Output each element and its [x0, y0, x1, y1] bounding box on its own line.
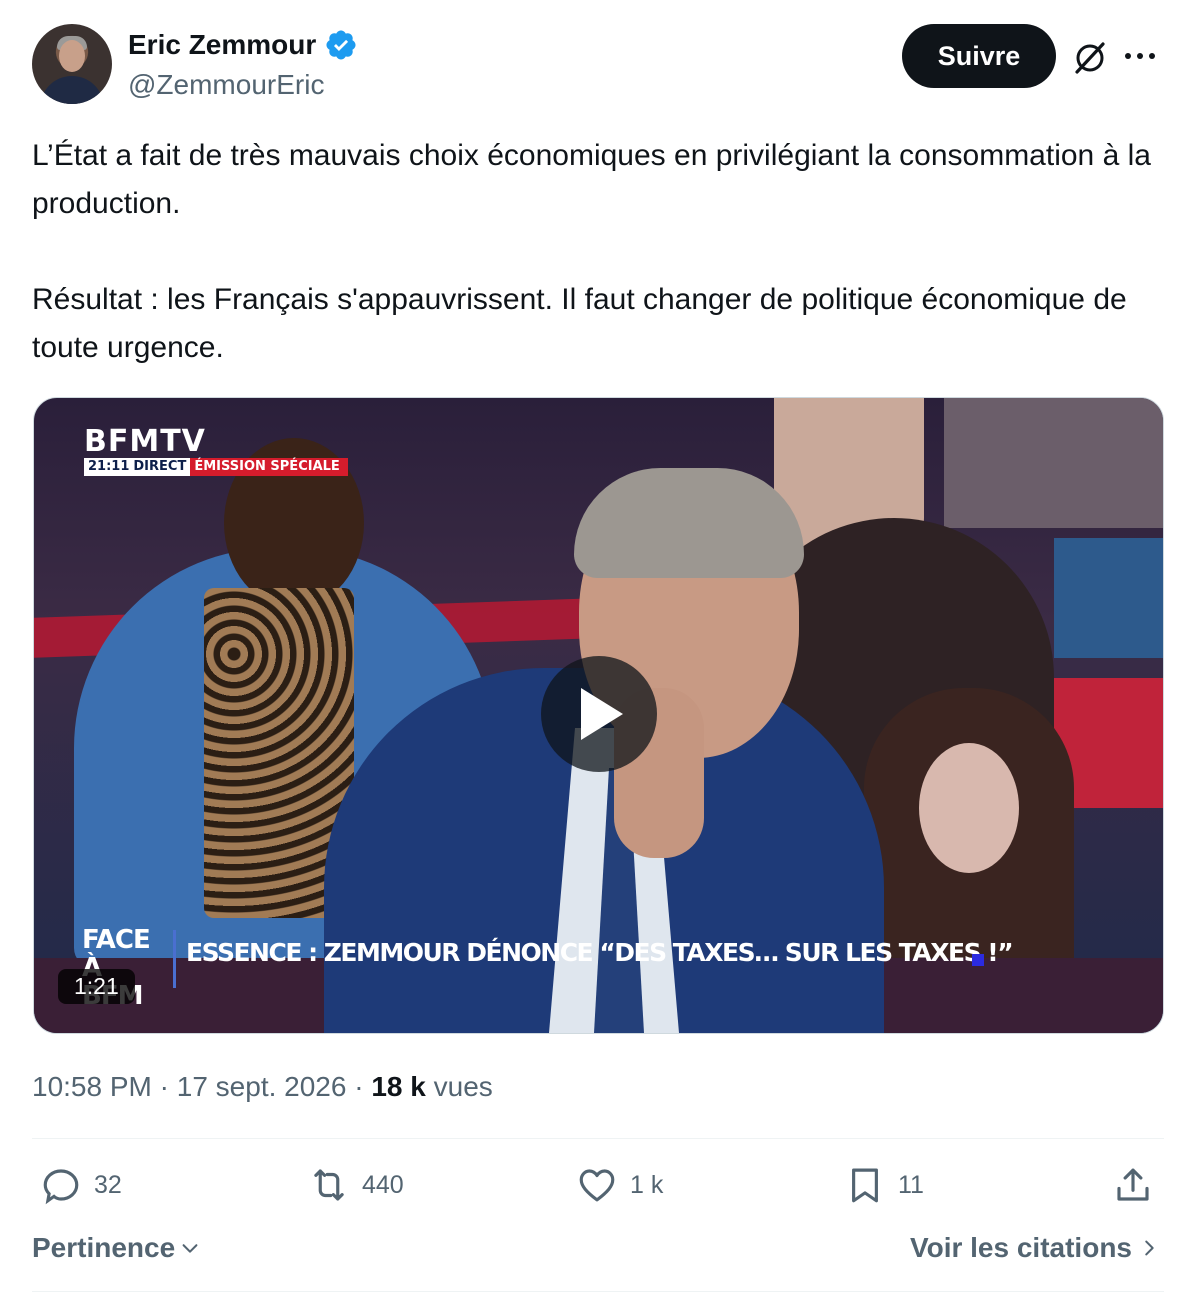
bookmark-count: 11	[898, 1170, 924, 1199]
chevron-right-icon	[1145, 1240, 1154, 1256]
sort-label: Pertinence	[32, 1232, 176, 1263]
divider	[32, 1138, 1164, 1139]
banner-separator	[173, 930, 176, 988]
tweet-paragraph: Résultat : les Français s'appauvrissent.…	[32, 283, 1127, 364]
tweet-paragraph: L’État a fait de très mauvais choix écon…	[32, 139, 1151, 220]
share-icon	[1117, 1168, 1149, 1201]
tweet-date[interactable]: 17 sept. 2026	[177, 1071, 347, 1102]
author-name-row: Eric Zemmour	[128, 28, 358, 62]
grok-slash-icon[interactable]	[1070, 38, 1110, 78]
sort-dropdown[interactable]: Pertinence	[32, 1232, 201, 1264]
meta-separator: ·	[159, 1071, 169, 1102]
video-duration: 1:21	[58, 969, 135, 1004]
video-player[interactable]: BFMTV 21:11 DIRECT ÉMISSION SPÉCIALE FAC…	[33, 397, 1164, 1034]
channel-logo: BFMTV	[84, 424, 206, 459]
verified-badge-icon	[326, 30, 356, 60]
live-bar: 21:11 DIRECT ÉMISSION SPÉCIALE	[84, 458, 348, 476]
repost-icon	[314, 1169, 344, 1201]
follow-button[interactable]: Suivre	[902, 24, 1056, 88]
repost-count: 440	[362, 1170, 404, 1199]
audience-face	[919, 743, 1019, 873]
background-screen	[1054, 538, 1163, 658]
play-icon	[581, 688, 623, 740]
views-count: 18 k	[371, 1071, 426, 1102]
divider	[32, 1291, 1164, 1292]
live-clock: 21:11	[84, 458, 134, 476]
author-name[interactable]: Eric Zemmour	[128, 28, 316, 62]
reply-icon	[43, 1169, 79, 1205]
more-dot	[1125, 53, 1131, 59]
like-button[interactable]: 1 k	[576, 1164, 663, 1206]
tweet-time[interactable]: 10:58 PM	[32, 1071, 152, 1102]
meta-separator: ·	[354, 1071, 364, 1102]
reply-button[interactable]: 32	[40, 1164, 122, 1206]
heart-icon	[579, 1169, 615, 1202]
author-handle[interactable]: @ZemmourEric	[128, 68, 324, 102]
bookmark-icon	[852, 1168, 878, 1203]
like-count: 1 k	[630, 1170, 664, 1199]
chevron-down-icon	[182, 1244, 198, 1253]
live-label: DIRECT	[133, 458, 191, 476]
avatar-suit	[40, 76, 104, 104]
more-dot	[1149, 53, 1155, 59]
banner-marker	[972, 954, 984, 966]
share-button[interactable]	[1112, 1164, 1154, 1206]
more-dot	[1137, 53, 1143, 59]
tweet-text: L’État a fait de très mauvais choix écon…	[32, 132, 1152, 372]
more-horizontal-icon[interactable]	[1116, 36, 1164, 76]
views-label: vues	[433, 1071, 493, 1102]
avatar[interactable]	[32, 24, 112, 104]
tweet-meta: 10:58 PM · 17 sept. 2026 · 18 k vues	[32, 1068, 493, 1106]
news-banner: ESSENCE : ZEMMOUR DÉNONCE “DES TAXES… SU…	[186, 938, 1014, 967]
program-label: ÉMISSION SPÉCIALE	[190, 458, 348, 476]
quotes-label: Voir les citations	[910, 1232, 1132, 1263]
reply-count: 32	[94, 1170, 122, 1199]
play-button[interactable]	[541, 656, 657, 772]
bookmark-button[interactable]: 11	[844, 1164, 924, 1206]
background-screen	[944, 398, 1163, 528]
repost-button[interactable]: 440	[308, 1164, 404, 1206]
avatar-face	[59, 40, 85, 72]
speaker-hair	[574, 468, 804, 578]
view-quotes-link[interactable]: Voir les citations	[910, 1232, 1158, 1264]
